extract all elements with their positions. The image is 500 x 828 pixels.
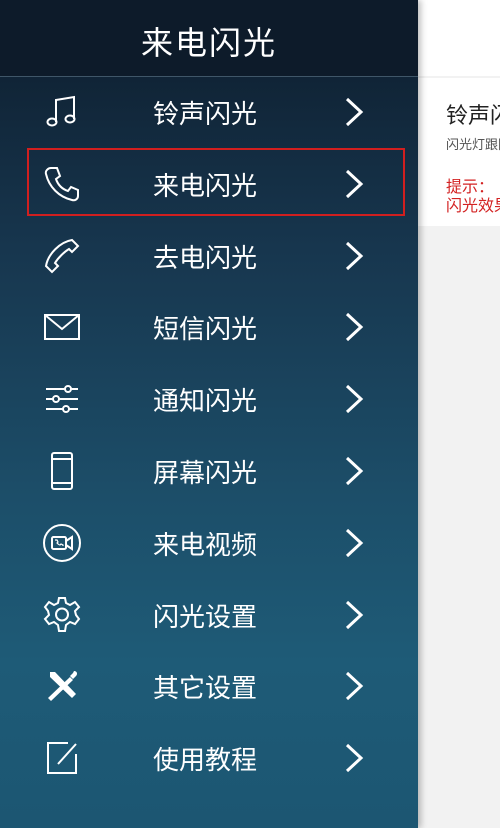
menu-item-outgoing-flash[interactable]: 去电闪光 — [0, 220, 418, 292]
chevron-right-icon — [342, 240, 366, 272]
chevron-right-icon — [342, 670, 366, 702]
menu-item-tutorial[interactable]: 使用教程 — [0, 722, 418, 794]
smartphone-icon — [42, 451, 82, 491]
menu-item-label: 来电视频 — [153, 530, 258, 561]
menu-item-incoming-video[interactable]: 来电视频 — [0, 507, 418, 579]
menu-item-ringtone-flash[interactable]: 铃声闪光 — [0, 76, 418, 148]
menu-item-notification-flash[interactable]: 通知闪光 — [0, 363, 418, 435]
menu-item-label: 去电闪光 — [153, 243, 258, 274]
chevron-right-icon — [342, 455, 366, 487]
video-call-icon — [42, 523, 82, 563]
drawer-title: 来电闪光 — [140, 24, 277, 62]
menu-item-screen-flash[interactable]: 屏幕闪光 — [0, 435, 418, 507]
chevron-right-icon — [342, 383, 366, 415]
menu-item-label: 使用教程 — [153, 746, 258, 777]
chevron-right-icon — [342, 742, 366, 774]
menu-item-label: 通知闪光 — [153, 387, 258, 418]
chevron-right-icon — [342, 599, 366, 631]
menu-item-label: 铃声闪光 — [153, 100, 258, 130]
chevron-right-icon — [342, 311, 366, 343]
feature-card[interactable]: 铃声闪光 闪光灯跟随铃声节奏闪烁 提示： 闪光效果 — [418, 78, 500, 226]
gear-icon — [42, 595, 82, 635]
card-subtitle: 闪光灯跟随铃声节奏闪烁 — [446, 138, 500, 153]
card-tip-text: 闪光效果 — [446, 196, 500, 215]
music-note-icon — [42, 92, 82, 132]
menu-item-other-settings[interactable]: 其它设置 — [0, 650, 418, 722]
menu-item-label: 屏幕闪光 — [153, 458, 258, 489]
chevron-right-icon — [342, 527, 366, 559]
envelope-icon — [42, 307, 82, 347]
edit-icon — [42, 738, 82, 778]
chevron-right-icon — [342, 96, 366, 128]
drawer-menu: 铃声闪光 来电闪光 去电闪光 短信闪光 通知闪光 屏幕闪光 来电视频 闪光设置 … — [0, 76, 418, 794]
menu-item-label: 其它设置 — [153, 674, 258, 705]
outgoing-phone-icon — [42, 236, 82, 276]
card-title: 铃声闪光 — [446, 104, 500, 129]
selected-item-highlight — [27, 148, 405, 216]
menu-item-label: 闪光设置 — [153, 602, 258, 633]
menu-item-flash-settings[interactable]: 闪光设置 — [0, 579, 418, 651]
navigation-drawer: 来电闪光 铃声闪光 来电闪光 去电闪光 短信闪光 通知闪光 屏幕闪光 来电视频 … — [0, 0, 418, 828]
menu-item-label: 短信闪光 — [153, 315, 258, 346]
app-toolbar — [418, 0, 500, 76]
tools-icon — [42, 666, 82, 706]
drawer-header: 来电闪光 — [0, 0, 418, 77]
sliders-icon — [42, 379, 82, 419]
menu-item-sms-flash[interactable]: 短信闪光 — [0, 291, 418, 363]
